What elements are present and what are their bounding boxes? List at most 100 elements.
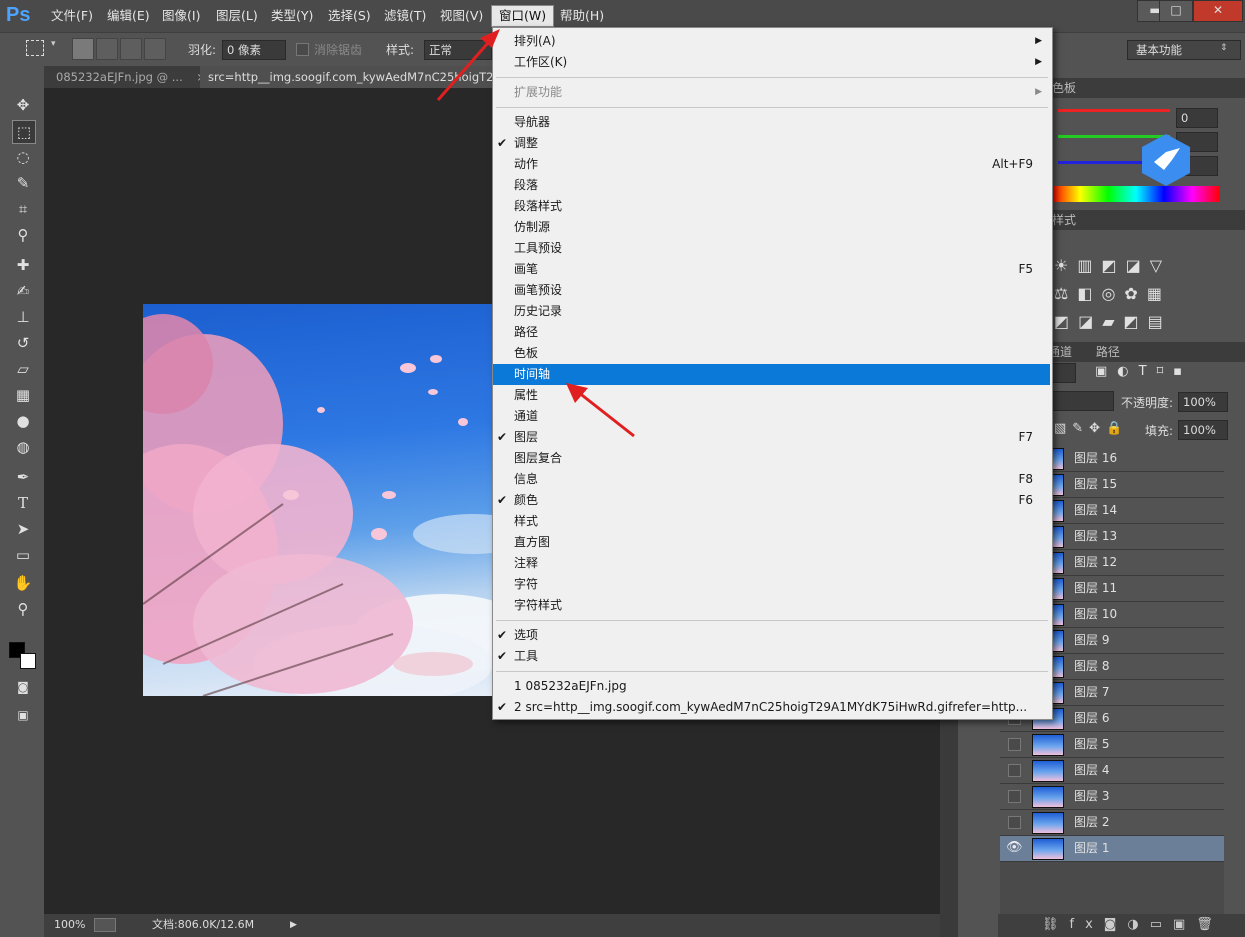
menu-type[interactable]: 类型(Y) <box>264 6 320 26</box>
window-menu-item[interactable]: ✔ 工具 <box>493 646 1050 667</box>
window-menu-item[interactable]: 样式 <box>493 511 1050 532</box>
menu-window[interactable]: 窗口(W) <box>491 5 555 27</box>
maximize-button[interactable]: □ <box>1159 0 1193 22</box>
visibility-toggle[interactable] <box>1008 764 1021 777</box>
visibility-toggle[interactable] <box>1008 738 1021 751</box>
red-slider[interactable] <box>1058 109 1170 112</box>
window-menu-item[interactable]: 注释 <box>493 553 1050 574</box>
close-button[interactable]: ✕ <box>1193 0 1243 22</box>
window-menu-item[interactable]: 段落样式 <box>493 196 1050 217</box>
visibility-eye-icon[interactable]: 👁 <box>1006 840 1023 855</box>
window-menu-item[interactable]: 工具预设 <box>493 238 1050 259</box>
eyedropper-tool-icon[interactable]: ⚲ <box>12 224 34 246</box>
brush-tool-icon[interactable]: ✍ <box>12 280 34 302</box>
layer-filter-select[interactable] <box>1052 363 1076 383</box>
subtract-selection-button[interactable] <box>120 38 142 60</box>
window-menu-item[interactable]: 路径 <box>493 322 1050 343</box>
layer-filter-icons[interactable]: ▣◐T⌑▪ <box>1095 364 1192 379</box>
window-menu-item[interactable]: 直方图 <box>493 532 1050 553</box>
move-tool-icon[interactable]: ✥ <box>12 94 34 116</box>
opacity-input[interactable]: 100% <box>1178 392 1228 412</box>
layers-footer-icons[interactable]: ⛓fx◙◑▭▣🗑 <box>998 914 1245 937</box>
marquee-tool-icon[interactable] <box>26 40 44 56</box>
adjustments-tab-label[interactable]: 样式 <box>1052 213 1076 227</box>
rect-marquee-tool-icon[interactable]: ⬚ <box>12 120 36 144</box>
tab-document-1[interactable]: 085232aEJFn.jpg @ ... × <box>48 66 214 88</box>
window-menu-item[interactable]: ✔ 2 src=http__img.soogif.com_kywAedM7nC25… <box>493 697 1050 718</box>
layer-row[interactable]: 👁 图层 1 <box>1000 836 1224 862</box>
window-menu-item[interactable]: 属性 <box>493 385 1050 406</box>
eraser-tool-icon[interactable]: ▱ <box>12 358 34 380</box>
shape-tool-icon[interactable]: ▭ <box>12 544 34 566</box>
window-menu-item[interactable]: 历史记录 <box>493 301 1050 322</box>
feather-input[interactable]: 0 像素 <box>222 40 286 60</box>
stamp-tool-icon[interactable]: ⊥ <box>12 306 34 328</box>
menu-edit[interactable]: 编辑(E) <box>100 6 157 26</box>
hand-tool-icon[interactable]: ✋ <box>12 572 34 594</box>
lasso-tool-icon[interactable]: ◌ <box>12 146 34 168</box>
window-menu-item[interactable]: 字符样式 <box>493 595 1050 616</box>
antialias-checkbox[interactable] <box>296 43 309 56</box>
path-select-tool-icon[interactable]: ➤ <box>12 518 34 540</box>
visibility-toggle[interactable] <box>1008 816 1021 829</box>
window-menu-item[interactable]: ✔ 调整 <box>493 133 1050 154</box>
window-menu-item[interactable]: 段落 <box>493 175 1050 196</box>
lock-icons[interactable]: ▧✎✥🔒 <box>1054 421 1128 436</box>
window-menu-item[interactable]: 画笔预设 <box>493 280 1050 301</box>
window-menu-item[interactable]: 工作区(K) ▶ <box>493 52 1050 73</box>
style-select[interactable]: 正常 <box>424 40 492 60</box>
color-spectrum[interactable] <box>1052 186 1220 202</box>
window-menu-item[interactable]: 通道 <box>493 406 1050 427</box>
chevron-down-icon[interactable]: ▾ <box>51 39 56 49</box>
color-tab-label[interactable]: 色板 <box>1052 81 1076 95</box>
zoom-tool-icon[interactable]: ⚲ <box>12 598 34 620</box>
window-menu-item[interactable]: 色板 <box>493 343 1050 364</box>
layer-row[interactable]: 图层 3 <box>1000 784 1224 810</box>
window-menu-item[interactable]: 导航器 <box>493 112 1050 133</box>
pen-tool-icon[interactable]: ✒ <box>12 466 34 488</box>
add-selection-button[interactable] <box>96 38 118 60</box>
window-menu-item[interactable]: 排列(A) ▶ <box>493 31 1050 52</box>
zoom-level[interactable]: 100% <box>54 915 85 935</box>
tab-document-2[interactable]: src=http__img.soogif.com_kywAedM7nC25hoi… <box>200 66 516 88</box>
blend-mode-select[interactable] <box>1052 391 1114 411</box>
new-selection-button[interactable] <box>72 38 94 60</box>
blur-tool-icon[interactable]: ● <box>12 410 34 432</box>
menu-select[interactable]: 选择(S) <box>321 6 378 26</box>
quick-select-tool-icon[interactable]: ✎ <box>12 172 34 194</box>
menu-view[interactable]: 视图(V) <box>433 6 490 26</box>
workspace-chevron-icon[interactable]: ⇕ <box>1220 43 1228 53</box>
gradient-tool-icon[interactable]: ▦ <box>12 384 34 406</box>
window-menu-item[interactable]: ✔ 选项 <box>493 625 1050 646</box>
window-menu-item[interactable]: 字符 <box>493 574 1050 595</box>
window-menu-item[interactable]: 图层复合 <box>493 448 1050 469</box>
menu-image[interactable]: 图像(I) <box>155 6 207 26</box>
screen-mode-icon[interactable]: ▣ <box>12 704 34 726</box>
crop-tool-icon[interactable]: ⌗ <box>12 198 34 220</box>
quick-mask-icon[interactable]: ◙ <box>12 676 34 698</box>
document-image[interactable] <box>143 304 493 696</box>
menu-file[interactable]: 文件(F) <box>44 6 100 26</box>
layer-row[interactable]: 图层 5 <box>1000 732 1224 758</box>
window-menu-item[interactable]: 时间轴 <box>493 364 1050 385</box>
type-tool-icon[interactable]: T <box>12 492 34 514</box>
tab-paths[interactable]: 路径 <box>1096 345 1120 359</box>
window-menu-item[interactable]: 1 085232aEJFn.jpg <box>493 676 1050 697</box>
window-menu-item[interactable]: 动作 Alt+F9 <box>493 154 1050 175</box>
window-menu-item[interactable]: 信息 F8 <box>493 469 1050 490</box>
window-menu-item[interactable]: 画笔 F5 <box>493 259 1050 280</box>
healing-tool-icon[interactable]: ✚ <box>12 254 34 276</box>
red-value[interactable]: 0 <box>1176 108 1218 128</box>
status-arrow-icon[interactable]: ▶ <box>290 915 297 935</box>
window-menu-item[interactable]: ✔ 图层 F7 <box>493 427 1050 448</box>
window-menu-item[interactable]: 仿制源 <box>493 217 1050 238</box>
menu-help[interactable]: 帮助(H) <box>553 6 611 26</box>
menu-layer[interactable]: 图层(L) <box>209 6 265 26</box>
dodge-tool-icon[interactable]: ◍ <box>12 436 34 458</box>
history-brush-tool-icon[interactable]: ↺ <box>12 332 34 354</box>
adjustment-icons-row-1[interactable]: ☀▥◩◪▽ <box>1054 256 1171 275</box>
fill-input[interactable]: 100% <box>1178 420 1228 440</box>
visibility-toggle[interactable] <box>1008 790 1021 803</box>
window-menu-item[interactable]: ✔ 颜色 F6 <box>493 490 1050 511</box>
layer-row[interactable]: 图层 2 <box>1000 810 1224 836</box>
